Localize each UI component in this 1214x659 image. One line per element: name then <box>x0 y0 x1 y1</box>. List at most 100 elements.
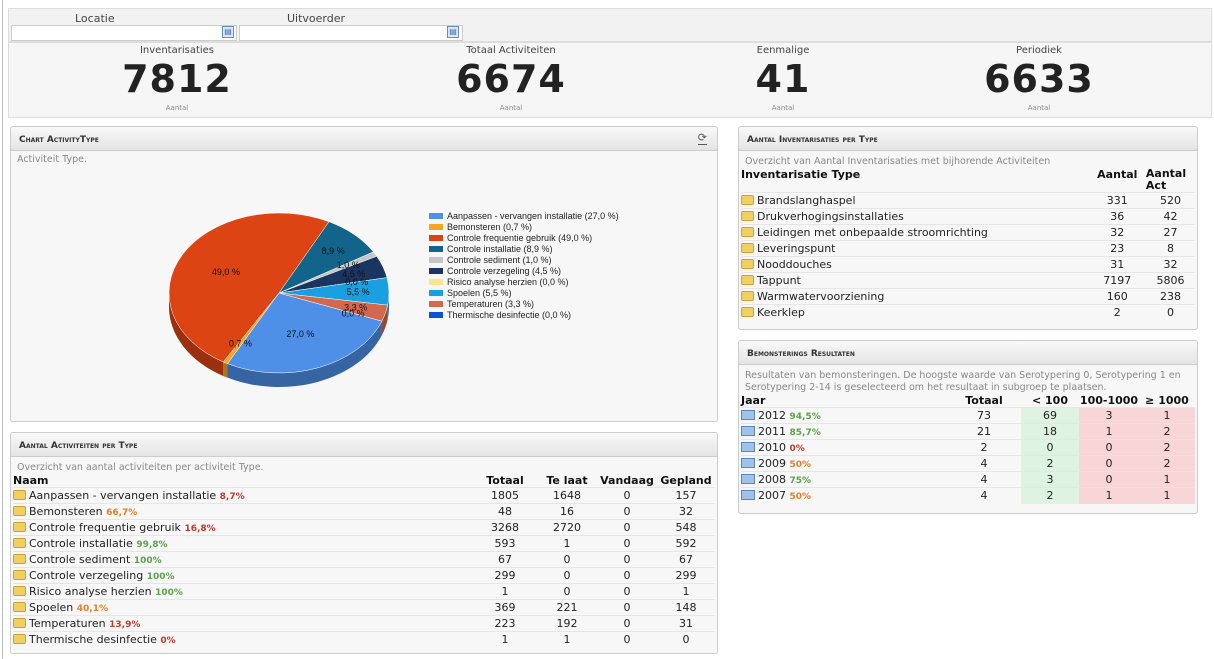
table-row[interactable]: Bemonsteren 66,7% 48 16 0 32 <box>13 503 715 520</box>
col-header[interactable]: ≥ 1000 <box>1139 394 1195 408</box>
table-row[interactable]: 2009 50% 4 2 0 2 <box>741 455 1195 472</box>
activity-name[interactable]: Bemonsteren <box>29 505 103 518</box>
table-row[interactable]: 2008 75% 4 3 0 1 <box>741 471 1195 488</box>
folder-icon <box>13 490 26 500</box>
legend-item[interactable]: Temperaturen (3,3 %) <box>429 299 629 309</box>
lt100-cell: 18 <box>1021 423 1079 440</box>
activity-name[interactable]: Risico analyse herzien <box>29 585 152 598</box>
aantal-cell: 23 <box>1088 240 1146 257</box>
table-row[interactable]: Controle sediment 100% 67 0 0 67 <box>13 551 715 568</box>
year-label[interactable]: 2007 <box>758 489 786 502</box>
col-header[interactable]: Vandaag <box>597 474 657 488</box>
panel-title: Chart ActivityType <box>11 127 717 151</box>
gt1000-cell: 1 <box>1139 487 1195 504</box>
legend-item[interactable]: Risico analyse herzien (0,0 %) <box>429 277 629 287</box>
col-header[interactable]: Naam <box>13 474 473 488</box>
legend-item[interactable]: Aanpassen - vervangen installatie (27,0 … <box>429 211 629 221</box>
activity-name[interactable]: Thermische desinfectie <box>29 633 157 646</box>
table-row[interactable]: Brandslanghaspel 331 520 <box>741 192 1195 209</box>
col-header[interactable]: 100-1000 <box>1079 394 1139 408</box>
col-header[interactable]: Aantal <box>1089 168 1146 193</box>
inventarisatie-name[interactable]: Keerklep <box>757 306 805 319</box>
activity-name[interactable]: Aanpassen - vervangen installatie <box>29 489 216 502</box>
legend-item[interactable]: Controle installatie (8,9 %) <box>429 244 629 254</box>
vandaag-cell: 0 <box>597 599 657 616</box>
inventarisatie-name[interactable]: Warmwatervoorziening <box>757 290 884 303</box>
activity-name[interactable]: Temperaturen <box>29 617 106 630</box>
year-label[interactable]: 2008 <box>758 473 786 486</box>
table-row[interactable]: Spoelen 40,1% 369 221 0 148 <box>13 599 715 616</box>
inventarisatie-name[interactable]: Drukverhogingsinstallaties <box>757 210 904 223</box>
refresh-icon[interactable]: ⟳ <box>697 131 707 145</box>
col-header[interactable]: Jaar <box>741 394 947 408</box>
activity-name[interactable]: Controle frequentie gebruik <box>29 521 181 534</box>
activity-name[interactable]: Spoelen <box>29 601 73 614</box>
table-row[interactable]: Leveringspunt 23 8 <box>741 240 1195 257</box>
year-label[interactable]: 2010 <box>758 441 786 454</box>
vandaag-cell: 0 <box>597 519 657 536</box>
table-row[interactable]: Controle verzegeling 100% 299 0 0 299 <box>13 567 715 584</box>
lookup-icon[interactable]: ▤ <box>222 26 234 38</box>
table-row[interactable]: Controle installatie 99,8% 593 1 0 592 <box>13 535 715 552</box>
lookup-icon[interactable]: ▤ <box>447 26 459 38</box>
activity-name[interactable]: Controle verzegeling <box>29 569 143 582</box>
legend-item[interactable]: Thermische desinfectie (0,0 %) <box>429 310 629 320</box>
report-icon <box>741 426 755 436</box>
inventarisatie-name[interactable]: Brandslanghaspel <box>757 194 856 207</box>
table-row[interactable]: Thermische desinfectie 0% 1 1 0 0 <box>13 631 715 648</box>
col-header[interactable]: Totaal <box>947 394 1021 408</box>
table-row[interactable]: Keerklep 2 0 <box>741 304 1195 321</box>
col-header[interactable]: Te laat <box>537 474 597 488</box>
legend-swatch <box>429 301 443 307</box>
totaal-cell: 1805 <box>473 487 537 504</box>
table-row[interactable]: Temperaturen 13,9% 223 192 0 31 <box>13 615 715 632</box>
inventarisatie-name[interactable]: Leidingen met onbepaalde stroomrichting <box>757 226 988 239</box>
name-cell: Brandslanghaspel <box>741 192 1089 209</box>
col-header[interactable]: < 100 <box>1021 394 1079 408</box>
locatie-input[interactable] <box>11 25 237 41</box>
totaal-cell: 48 <box>473 503 537 520</box>
legend-item[interactable]: Bemonsteren (0,7 %) <box>429 222 629 232</box>
inventarisatie-name[interactable]: Leveringspunt <box>757 242 835 255</box>
table-row[interactable]: Aanpassen - vervangen installatie 8,7% 18… <box>13 487 715 504</box>
vandaag-cell: 0 <box>597 615 657 632</box>
year-label[interactable]: 2009 <box>758 457 786 470</box>
activity-name[interactable]: Controle installatie <box>29 537 133 550</box>
lt100-cell: 0 <box>1021 439 1079 456</box>
col-header[interactable]: Totaal <box>473 474 537 488</box>
legend-item[interactable]: Controle verzegeling (4,5 %) <box>429 266 629 276</box>
table-row[interactable]: Risico analyse herzien 100% 1 0 0 1 <box>13 583 715 600</box>
table-row[interactable]: Leidingen met onbepaalde stroomrichting 3… <box>741 224 1195 241</box>
uitvoerder-input[interactable] <box>239 25 463 41</box>
inventarisatie-name[interactable]: Nooddouches <box>757 258 832 271</box>
year-label[interactable]: 2012 <box>758 409 786 422</box>
table-row[interactable]: 2010 0% 2 0 0 2 <box>741 439 1195 456</box>
legend-item[interactable]: Controle frequentie gebruik (49,0 %) <box>429 233 629 243</box>
table-row[interactable]: Warmwatervoorziening 160 238 <box>741 288 1195 305</box>
legend-item[interactable]: Spoelen (5,5 %) <box>429 288 629 298</box>
percentage-label: 100% <box>155 588 183 598</box>
folder-icon <box>741 243 754 253</box>
legend-item[interactable]: Controle sediment (1,0 %) <box>429 255 629 265</box>
table-row[interactable]: 2011 85,7% 21 18 1 2 <box>741 423 1195 440</box>
report-icon <box>741 458 755 468</box>
aantal-cell: 32 <box>1088 224 1146 241</box>
table-row[interactable]: Nooddouches 31 32 <box>741 256 1195 273</box>
inventarisatie-name[interactable]: Tappunt <box>757 274 801 287</box>
col-header[interactable]: Inventarisatie Type <box>741 168 1089 193</box>
name-cell: Drukverhogingsinstallaties <box>741 208 1089 225</box>
table-row[interactable]: 2007 50% 4 2 1 1 <box>741 487 1195 504</box>
report-icon <box>741 442 755 452</box>
year-label[interactable]: 2011 <box>758 425 786 438</box>
col-header[interactable]: Gepland <box>657 474 715 488</box>
activity-name[interactable]: Controle sediment <box>29 553 130 566</box>
legend-label: Controle sediment (1,0 %) <box>447 255 552 265</box>
percentage-label: 94,5% <box>789 412 821 422</box>
col-header[interactable]: Aantal Act <box>1146 168 1195 193</box>
table-row[interactable]: 2012 94,5% 73 69 3 1 <box>741 407 1195 424</box>
totaal-cell: 4 <box>947 471 1021 488</box>
table-row[interactable]: Controle frequentie gebruik 16,8% 3268 272… <box>13 519 715 536</box>
name-cell: Bemonsteren 66,7% <box>13 503 473 520</box>
table-row[interactable]: Drukverhogingsinstallaties 36 42 <box>741 208 1195 225</box>
table-row[interactable]: Tappunt 7197 5806 <box>741 272 1195 289</box>
